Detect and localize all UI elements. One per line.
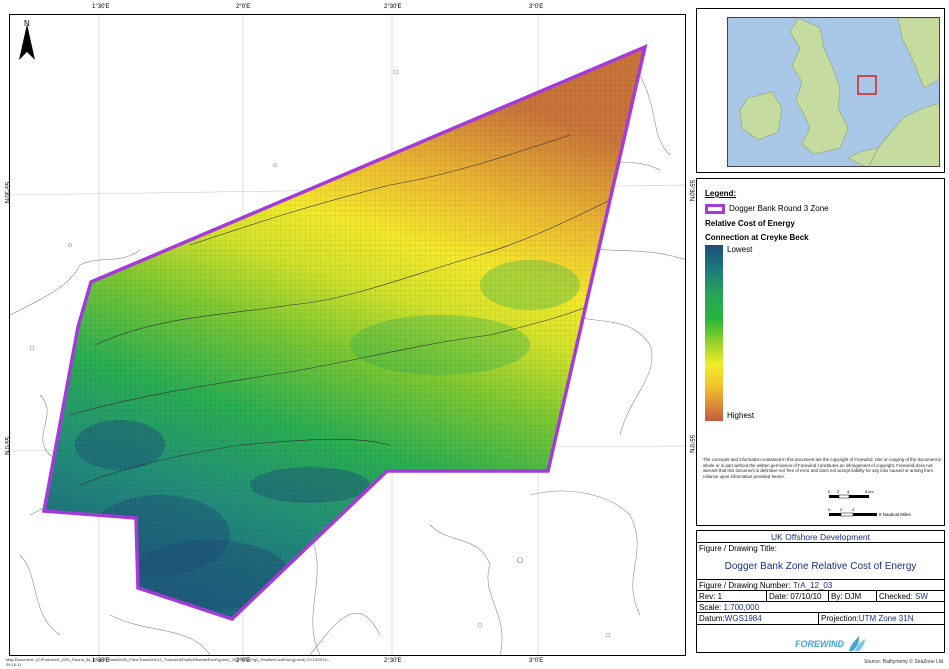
main-map[interactable] — [9, 14, 686, 656]
tb-figure-label: Figure / Drawing Title: — [699, 544, 777, 553]
zone-label: Dogger Bank Round 3 Zone — [729, 204, 829, 213]
tb-checked-label: Checked: — [879, 591, 913, 601]
tb-checked-value: SW — [915, 591, 928, 601]
map-canvas — [10, 15, 685, 655]
legend-title: Legend: — [705, 189, 737, 198]
tb-rev: Rev: 1 — [697, 591, 767, 601]
scale-km-0: 0 — [828, 489, 831, 494]
logo-text: FOREWIND — [795, 639, 844, 649]
scale-nm-label: 8 Nautical Miles — [879, 512, 912, 517]
scale-km-3: 8 km — [865, 489, 874, 494]
locator-inset — [696, 8, 945, 173]
cost-color-ramp — [705, 245, 723, 421]
tick-right-1: 55°30'N — [688, 180, 694, 202]
tick-left-2: 55°0'N — [3, 437, 9, 455]
logo-wave-icon — [849, 636, 865, 651]
forewind-logo: FOREWIND — [697, 635, 946, 654]
scale-nm-1: 2 — [840, 507, 843, 512]
legend-panel: Legend: Dogger Bank Round 3 Zone Relativ… — [696, 178, 945, 526]
tick-bottom-4: 3°0'E — [529, 658, 544, 664]
tick-left-1: 55°30'N — [3, 182, 9, 204]
tb-projection-value: UTM Zone 31N — [858, 614, 914, 623]
locator-svg — [739, 18, 939, 166]
scale-nm-0: 0 — [828, 507, 831, 512]
scale-km-1: 2 — [837, 489, 840, 494]
tb-scale: Scale: 1:700,000 — [697, 602, 946, 612]
tick-top-4: 3°0'E — [529, 4, 544, 10]
tb-by: By: DJM — [829, 591, 877, 601]
tb-scale-row: Scale: 1:700,000 — [697, 602, 944, 613]
tb-checked: Checked: SW — [877, 591, 946, 601]
north-arrow-icon — [19, 24, 35, 60]
tb-number-label: Figure / Drawing Number: — [699, 580, 791, 590]
tb-number-value: TrA_12_03 — [793, 580, 833, 590]
scale-bar: 0 2 4 8 km 0 2 4 8 Nautical Miles — [828, 489, 912, 517]
title-block: UK Offshore Development Figure / Drawing… — [696, 530, 945, 653]
tb-datum: Datum: WGS1984 — [697, 613, 819, 624]
tb-datum-label: Datum: — [699, 614, 725, 623]
copyright-disclaimer: The concepts and information contained i… — [703, 457, 942, 479]
tb-scale-label: Scale: — [699, 602, 722, 612]
rce-label: Relative Cost of Energy — [705, 219, 795, 228]
ramp-lowest-label: Lowest — [727, 245, 753, 254]
tb-datum-value: WGS1984 — [724, 614, 762, 623]
rce-raster — [44, 47, 645, 619]
tick-top-1: 1°30'E — [92, 4, 110, 10]
connection-label: Connection at Creyke Beck — [705, 233, 809, 242]
tb-projection: Projection: UTM Zone 31N — [819, 613, 946, 624]
side-panel: Legend: Dogger Bank Round 3 Zone Relativ… — [696, 8, 945, 653]
tb-rev-row: Rev: 1 Date: 07/10/10 By: DJM Checked: S… — [697, 591, 944, 602]
tick-top-2: 2°0'E — [236, 4, 251, 10]
tb-number-row: Figure / Drawing Number: TrA_12_03 — [697, 580, 944, 591]
map-document-path: Map Document: (G:\Forewind\_GIS\_Round_3… — [6, 657, 331, 667]
tb-scale-value: 1:700,000 — [723, 602, 760, 612]
tb-projection-label: Projection: — [821, 614, 859, 623]
zone-swatch — [705, 204, 725, 214]
tb-date: Date: 07/10/10 — [767, 591, 829, 601]
ramp-highest-label: Highest — [727, 411, 755, 420]
tb-datum-row: Datum: WGS1984 Projection: UTM Zone 31N — [697, 613, 944, 625]
locator-extent-box — [857, 75, 877, 95]
locator-map[interactable] — [727, 17, 940, 167]
source-credit: Source: Bathymetry © SeaZone Ltd — [863, 659, 943, 665]
tick-bottom-3: 2°30'E — [384, 658, 402, 664]
scale-nm-2: 4 — [852, 507, 855, 512]
tb-header: UK Offshore Development — [697, 531, 944, 543]
tb-figure-title: Dogger Bank Zone Relative Cost of Energy — [697, 554, 944, 580]
tick-top-3: 2°30'E — [384, 4, 402, 10]
tick-right-2: 55°0'N — [688, 435, 694, 453]
scale-km-2: 4 — [847, 489, 850, 494]
